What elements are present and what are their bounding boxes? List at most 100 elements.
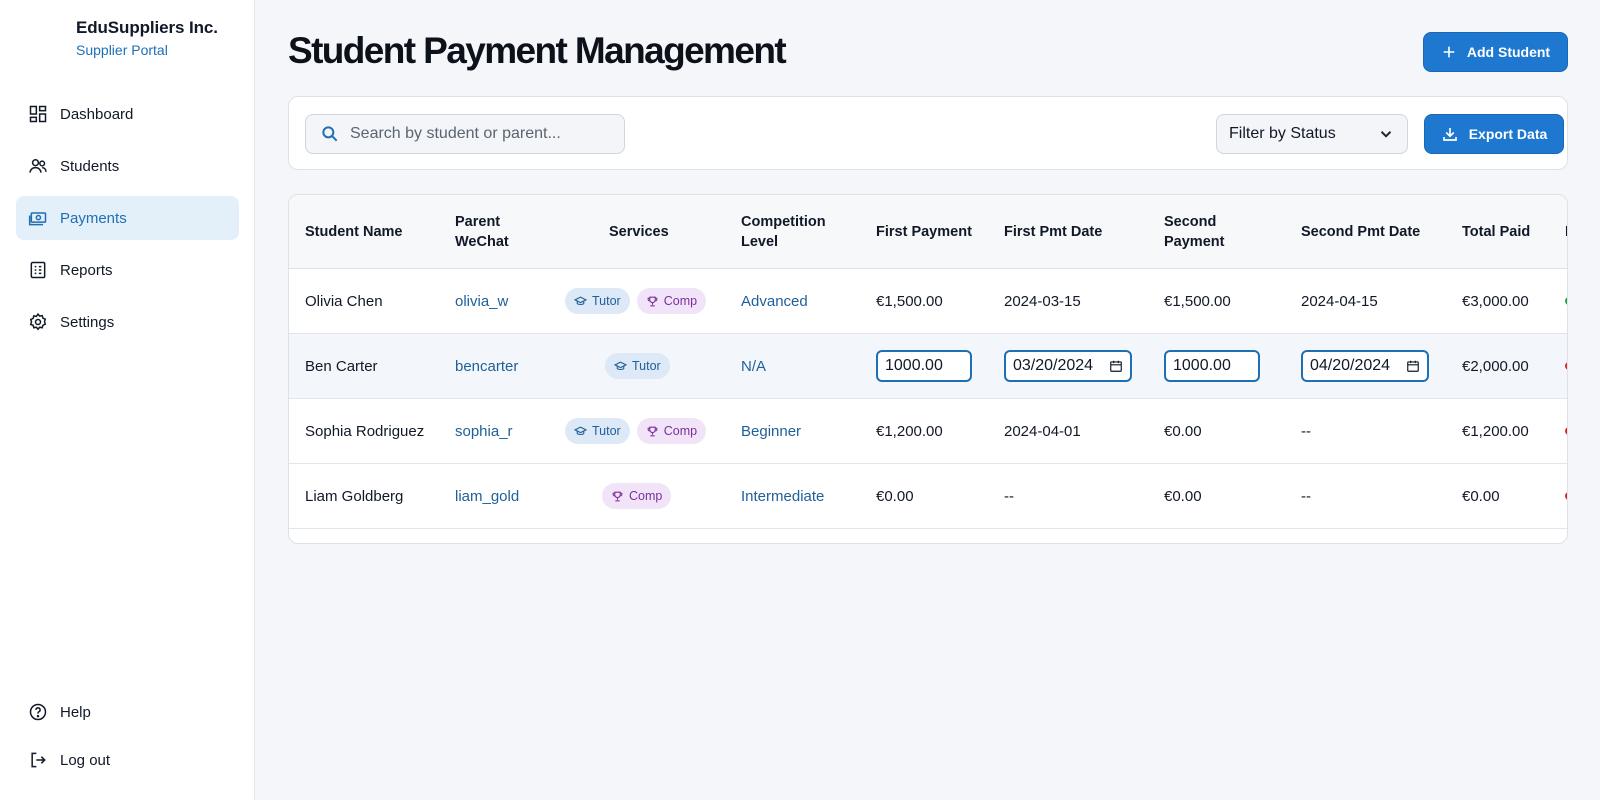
column-header-second-payment: Second Payment [1164, 214, 1225, 250]
sidebar-item-students[interactable]: Students [16, 144, 239, 188]
page-title: Student Payment Management [288, 30, 787, 71]
competition-level: Intermediate [741, 487, 825, 505]
sidebar-bottom-nav: Help Log out [16, 690, 239, 786]
table-row[interactable]: Olivia Chen olivia_w Tutor Comp Advanced… [289, 269, 1567, 334]
sidebar-item-payments[interactable]: Payments [16, 196, 239, 240]
table-row[interactable]: Ben Carter bencarter Tutor N/A 1000.00 0… [289, 334, 1567, 399]
total-paid: €1,200.00 [1462, 422, 1529, 440]
service-badge-comp: Comp [636, 418, 707, 444]
column-header-services: Services [609, 224, 669, 240]
toolbar: Filter by Status Export Data [288, 96, 1568, 170]
first-date-value: 03/20/2024 [1013, 357, 1094, 374]
status-dot [1565, 297, 1567, 305]
search-box[interactable] [305, 114, 625, 154]
first-payment-value: 1000.00 [885, 357, 943, 374]
second-date-input[interactable]: 04/20/2024 [1301, 350, 1429, 382]
brand-name: EduSuppliers Inc. [76, 18, 218, 37]
second-date-cell: 04/20/2024 [1301, 334, 1429, 398]
graduation-cap-icon [574, 296, 587, 305]
sidebar-item-label: Students [60, 157, 120, 175]
column-header-status: I [1565, 195, 1567, 269]
second-payment-date: -- [1301, 422, 1311, 440]
plus-icon [1443, 46, 1455, 58]
column-header-first-pmt-date: First Pmt Date [1004, 224, 1103, 240]
calendar-icon [1110, 360, 1122, 372]
trophy-icon [647, 296, 658, 306]
competition-level: N/A [741, 357, 767, 375]
payments-table: Student Name Parent WeChat Services Comp… [288, 194, 1568, 544]
gear-icon [28, 312, 48, 332]
second-payment: €0.00 [1164, 422, 1202, 440]
column-header-competition-level: Competition Level [741, 214, 826, 250]
student-name: Olivia Chen [305, 292, 383, 310]
sidebar-item-settings[interactable]: Settings [16, 300, 239, 344]
column-header-student-name: Student Name [305, 224, 403, 240]
competition-level: Beginner [741, 422, 802, 440]
total-paid: €3,000.00 [1462, 292, 1529, 310]
service-label: Comp [663, 424, 698, 438]
payments-icon [28, 208, 48, 228]
services-cell: Tutor Comp [565, 399, 713, 463]
sidebar-item-reports[interactable]: Reports [16, 248, 239, 292]
service-badge-comp: Comp [602, 483, 672, 509]
student-name: Ben Carter [305, 357, 378, 375]
table-row[interactable]: Sophia Rodriguez sophia_r Tutor Comp Beg… [289, 399, 1567, 464]
status-filter-select[interactable]: Filter by Status [1216, 114, 1408, 154]
add-student-label: Add Student [1466, 44, 1551, 60]
sidebar-item-dashboard[interactable]: Dashboard [16, 92, 239, 136]
first-payment: €1,500.00 [876, 292, 943, 310]
calendar-icon [1407, 360, 1419, 372]
column-header-second-pmt-date: Second Pmt Date [1301, 224, 1421, 240]
download-icon [1442, 128, 1457, 141]
first-date-input[interactable]: 03/20/2024 [1004, 350, 1132, 382]
export-label: Export Data [1468, 126, 1548, 142]
parent-wechat-link[interactable]: liam_gold [455, 464, 519, 528]
sidebar: EduSuppliers Inc. Supplier Portal Dashbo… [0, 0, 255, 800]
total-paid: €2,000.00 [1462, 357, 1529, 375]
brand-subtitle: Supplier Portal [76, 42, 168, 58]
competition-level: Advanced [741, 292, 808, 310]
main-content: Student Payment Management Add Student F… [255, 0, 1600, 800]
service-label: Tutor [632, 359, 661, 373]
first-payment-date: -- [1004, 487, 1014, 505]
graduation-cap-icon [614, 361, 627, 370]
sidebar-item-label: Log out [60, 751, 111, 769]
second-payment-value: 1000.00 [1173, 357, 1231, 374]
add-student-button[interactable]: Add Student [1423, 32, 1568, 72]
brand: EduSuppliers Inc. Supplier Portal [76, 18, 218, 58]
service-label: Comp [663, 294, 698, 308]
first-payment-cell: 1000.00 [876, 334, 972, 398]
service-label: Tutor [592, 294, 621, 308]
sidebar-item-label: Settings [60, 313, 115, 331]
second-date-value: 04/20/2024 [1310, 357, 1391, 374]
parent-wechat-link[interactable]: bencarter [455, 334, 518, 398]
parent-wechat-link[interactable]: sophia_r [455, 399, 513, 463]
search-input[interactable] [350, 125, 610, 143]
status-dot [1565, 362, 1567, 370]
second-payment-date: -- [1301, 487, 1311, 505]
services-cell: Tutor Comp [565, 269, 713, 333]
second-payment: €0.00 [1164, 487, 1202, 505]
status-dot [1565, 492, 1567, 500]
sidebar-item-logout[interactable]: Log out [16, 738, 239, 782]
service-badge-comp: Comp [636, 288, 707, 314]
second-payment-date: 2024-04-15 [1301, 292, 1378, 310]
services-cell: Comp [602, 464, 678, 528]
sidebar-item-help[interactable]: Help [16, 690, 239, 734]
filter-label: Filter by Status [1229, 125, 1336, 142]
first-payment-input[interactable]: 1000.00 [876, 350, 972, 382]
column-header-first-payment: First Payment [876, 224, 972, 240]
sidebar-item-label: Dashboard [60, 105, 134, 123]
student-name: Liam Goldberg [305, 487, 404, 505]
sidebar-item-label: Payments [60, 209, 127, 227]
table-row[interactable]: Liam Goldberg liam_gold Comp Intermediat… [289, 464, 1567, 529]
export-data-button[interactable]: Export Data [1424, 114, 1564, 154]
parent-wechat-link[interactable]: olivia_w [455, 269, 508, 333]
help-icon [28, 702, 48, 722]
dashboard-icon [28, 104, 48, 124]
first-date-cell: 03/20/2024 [1004, 334, 1132, 398]
graduation-cap-icon [574, 426, 587, 435]
service-badge-tutor: Tutor [565, 418, 630, 444]
second-payment: €1,500.00 [1164, 292, 1231, 310]
second-payment-input[interactable]: 1000.00 [1164, 350, 1260, 382]
